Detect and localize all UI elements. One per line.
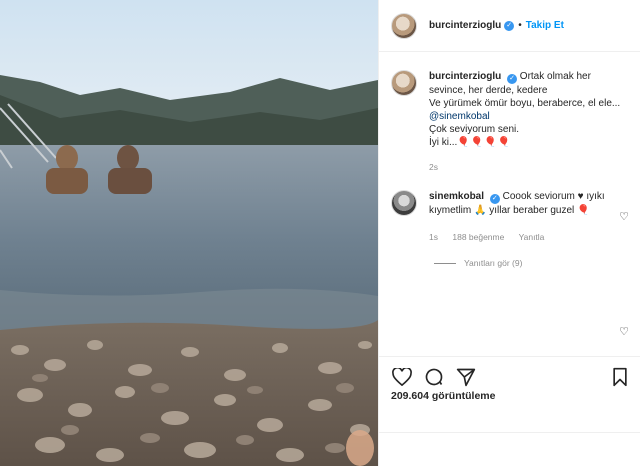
caption-body: burcinterzioglu ✓ Ortak olmak her sevinc… [429,70,629,174]
verified-badge-icon: ✓ [507,74,518,84]
post-side-panel: burcinterzioglu ✓ • Takip Et burcinterzi… [378,0,640,466]
caption-username[interactable]: burcinterzioglu [429,71,501,82]
replies-divider [434,262,456,264]
like-heart-icon[interactable] [391,366,413,388]
caption-text-line2: Ve yürümek ömür boyu, beraberce, el ele.… [429,98,621,109]
like-comment-heart-icon[interactable]: ♡ [619,210,629,223]
caption-mention-link[interactable]: @sinemkobal [429,111,490,122]
caption-text-line3: Çok seviyorum seni. [429,124,520,135]
add-comment-area[interactable] [379,432,640,466]
balloon-emojis: 🎈🎈🎈🎈 [457,137,512,148]
view-replies-link[interactable]: Yanıtları gör (9) [434,258,640,268]
reply-meta: 1s 188 beğenme Yanıtla [429,231,629,244]
reply-likes[interactable]: 188 beğenme [452,232,504,242]
comments-list[interactable]: burcinterzioglu ✓ Ortak olmak her sevinc… [379,53,640,356]
reply-avatar[interactable] [391,190,417,216]
post-video[interactable] [0,0,378,466]
reply-username[interactable]: sinemkobal [429,191,484,202]
caption-time[interactable]: 2s [429,162,438,172]
comment-bubble-icon[interactable] [423,366,445,388]
post-header: burcinterzioglu ✓ • Takip Et [379,0,640,52]
follow-button[interactable]: Takip Et [526,20,564,31]
caption-comment: burcinterzioglu ✓ Ortak olmak her sevinc… [379,53,640,174]
caption-avatar[interactable] [391,70,417,96]
verified-badge-icon: ✓ [504,20,515,31]
instagram-post: burcinterzioglu ✓ • Takip Et burcinterzi… [0,0,640,466]
reply-time[interactable]: 1s [429,232,438,242]
reply-button[interactable]: Yanıtla [519,232,545,242]
verified-badge-icon: ✓ [489,194,500,204]
view-count[interactable]: 209.604 görüntüleme [391,390,495,402]
share-paper-plane-icon[interactable] [455,366,477,388]
balloon-emoji: 🎈 [577,205,591,216]
save-bookmark-icon[interactable] [609,366,631,388]
reply-body: sinemkobal ✓ Coook seviorum ♥ ıyıkı kıym… [429,190,629,244]
view-replies-label[interactable]: Yanıtları gör (9) [464,258,522,268]
caption-meta: 2s [429,161,629,174]
reply-comment: sinemkobal ✓ Coook seviorum ♥ ıyıkı kıym… [379,174,640,244]
author-avatar[interactable] [391,12,417,39]
like-comment-heart-icon[interactable]: ♡ [619,325,629,338]
caption-text-line4: İyi ki... [429,137,458,148]
separator-dot: • [518,20,522,31]
author-username[interactable]: burcinterzioglu [429,20,501,31]
lake-scene-illustration [0,0,378,466]
